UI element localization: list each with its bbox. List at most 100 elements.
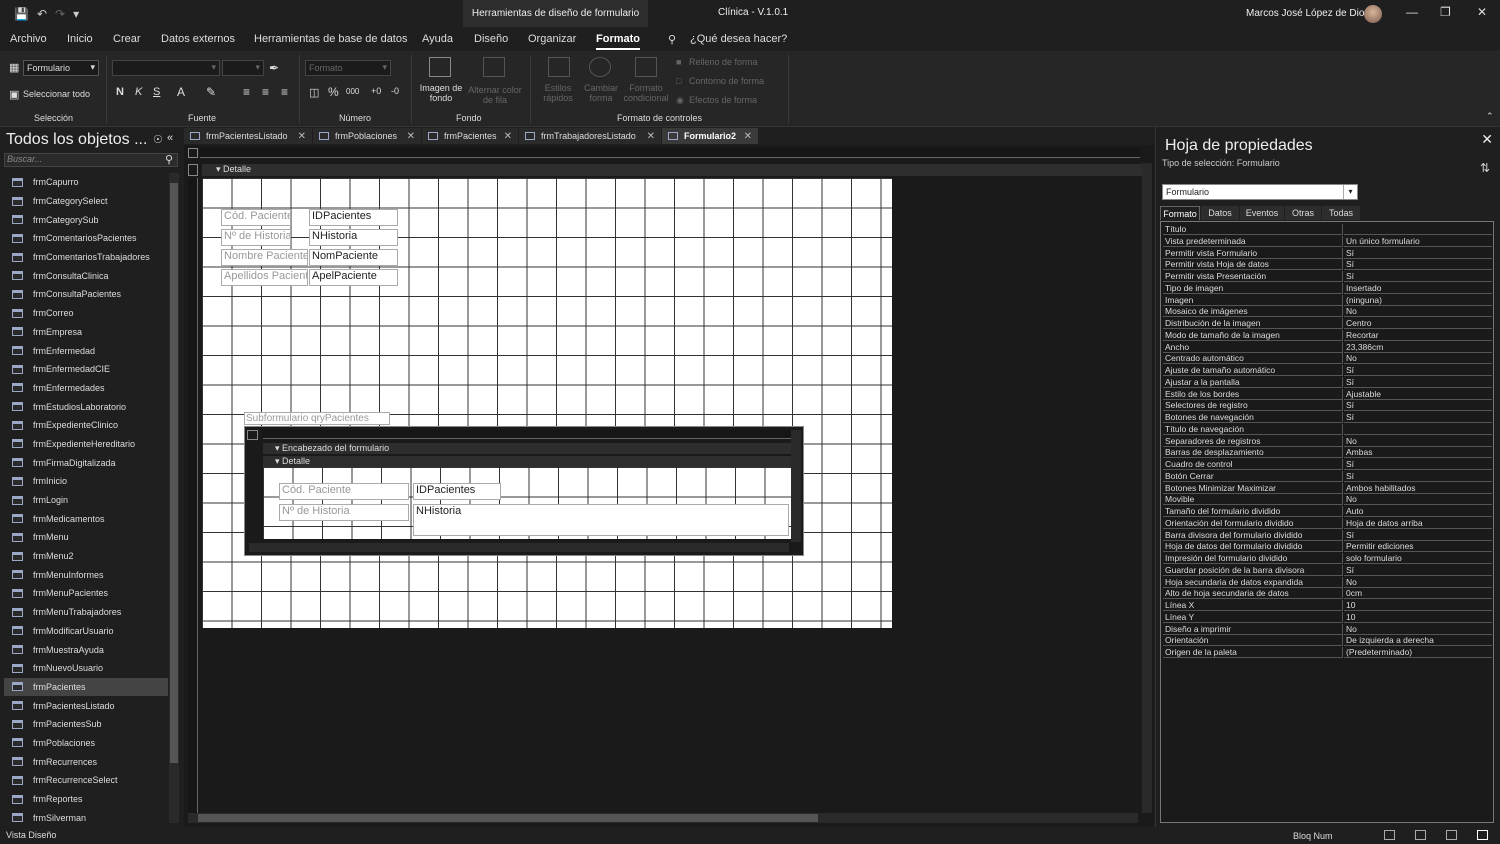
nav-item-frmenfermedadcie[interactable]: frmEnfermedadCIE — [4, 360, 168, 379]
change-shape-icon[interactable] — [589, 57, 611, 77]
property-value[interactable]: Sí — [1344, 271, 1492, 282]
property-value[interactable]: No — [1344, 353, 1492, 365]
nav-item-frmpacientes[interactable]: frmPacientes — [4, 677, 168, 697]
property-value[interactable]: Sí — [1344, 530, 1492, 541]
align-center-icon[interactable]: ≡ — [262, 85, 269, 99]
collapse-ribbon-icon[interactable]: ⌃ — [1486, 111, 1494, 122]
nav-scroll-thumb[interactable] — [170, 183, 178, 763]
change-shape-button[interactable]: Cambiar forma — [579, 83, 623, 103]
property-row[interactable]: Orientación De izquierda a derecha — [1163, 635, 1493, 647]
nav-item-frmestudioslaboratorio[interactable]: frmEstudiosLaboratorio — [4, 397, 168, 416]
nav-item-frmsilverman[interactable]: frmSilverman — [4, 808, 168, 827]
doc-tab-frmpacienteslistado[interactable]: frmPacientesListado ✕ — [184, 128, 312, 144]
conditional-format-button[interactable]: Formato condicional — [620, 83, 672, 103]
tab-datos-externos[interactable]: Datos externos — [161, 33, 235, 45]
subform-grid[interactable]: Cód. Paciente IDPacientes Nº de Historia… — [263, 467, 791, 539]
nav-item-frmrecurrenceselect[interactable]: frmRecurrenceSelect — [4, 771, 168, 790]
nav-item-frmpacienteslistado[interactable]: frmPacientesListado — [4, 696, 168, 715]
percent-icon[interactable]: % — [328, 85, 339, 99]
nav-menu-icon[interactable]: ☉ — [153, 133, 163, 146]
user-name[interactable]: Marcos José López de Dios — [1246, 8, 1369, 19]
property-row[interactable]: Guardar posición de la barra divisora Sí — [1163, 564, 1493, 577]
nav-item-frmmenuinformes[interactable]: frmMenuInformes — [4, 565, 168, 584]
select-all-button[interactable]: Seleccionar todo — [23, 89, 90, 99]
nav-item-frmmenutrabajadores[interactable]: frmMenuTrabajadores — [4, 603, 168, 622]
property-value[interactable]: Ajustable — [1344, 389, 1492, 400]
shape-effects-button[interactable]: Efectos de forma — [689, 95, 757, 105]
nav-item-frmmuestraayuda[interactable]: frmMuestraAyuda — [4, 640, 168, 659]
property-value[interactable]: No — [1344, 577, 1492, 588]
align-left-icon[interactable]: ≡ — [243, 85, 250, 99]
property-value[interactable]: Permitir ediciones — [1344, 541, 1492, 553]
shape-fill-button[interactable]: Relleno de forma — [689, 57, 758, 67]
search-icon[interactable]: ⚲ — [165, 153, 173, 166]
property-row[interactable]: Ajustar a la pantalla Sí — [1163, 376, 1493, 389]
tell-me-icon[interactable]: ⚲ — [668, 33, 676, 46]
decrease-decimals-icon[interactable]: -0 — [391, 86, 399, 96]
property-value[interactable]: 10 — [1344, 612, 1492, 623]
sub-label-cod-paciente[interactable]: Cód. Paciente — [279, 483, 409, 500]
property-value[interactable]: Sí — [1344, 412, 1492, 423]
object-combo[interactable]: Formulario ▾ — [23, 60, 99, 76]
property-value[interactable]: Insertado — [1344, 283, 1492, 294]
quick-styles-icon[interactable] — [548, 57, 570, 77]
nav-item-frmmodificarusuario[interactable]: frmModificarUsuario — [4, 622, 168, 641]
design-vertical-scrollbar[interactable] — [1142, 163, 1152, 813]
nav-item-frmpoblaciones[interactable]: frmPoblaciones — [4, 734, 168, 753]
nav-item-frmcategorysub[interactable]: frmCategorySub — [4, 210, 168, 229]
sub-label-n-historia[interactable]: Nº de Historia — [279, 504, 409, 521]
nav-item-frmconsultapacientes[interactable]: frmConsultaPacientes — [4, 285, 168, 304]
form-selector[interactable] — [188, 148, 198, 158]
background-image-icon[interactable] — [429, 57, 451, 77]
bold-button[interactable]: N — [116, 86, 124, 98]
property-row[interactable]: Distribución de la imagen Centro — [1163, 318, 1493, 330]
italic-button[interactable]: K — [135, 86, 142, 98]
property-value[interactable]: Sí — [1344, 400, 1492, 412]
undo-icon[interactable]: ↶ — [37, 7, 47, 21]
restore-icon[interactable]: ❐ — [1440, 5, 1451, 19]
avatar[interactable] — [1364, 5, 1382, 23]
subform-vscroll[interactable] — [791, 430, 801, 542]
alternate-row-color-icon[interactable] — [483, 57, 505, 77]
nav-item-frmrecurrences[interactable]: frmRecurrences — [4, 752, 168, 771]
close-tab-icon[interactable]: ✕ — [298, 131, 306, 142]
background-image-button[interactable]: Imagen de fondo — [418, 83, 464, 103]
property-row[interactable]: Título — [1163, 224, 1493, 236]
tab-inicio[interactable]: Inicio — [67, 33, 93, 45]
sort-icon[interactable]: ⇅ — [1480, 161, 1490, 175]
close-icon[interactable]: ✕ — [1481, 131, 1493, 148]
selection-combo[interactable]: Formulario ▾ — [1162, 184, 1358, 200]
property-value[interactable]: 23,386cm — [1344, 342, 1492, 353]
doc-tab-formulario2[interactable]: Formulario2 ✕ — [662, 128, 758, 144]
close-tab-icon[interactable]: ✕ — [504, 131, 512, 142]
form-view-icon[interactable] — [1384, 830, 1395, 840]
format-painter-icon[interactable]: ✒ — [269, 61, 279, 75]
property-row[interactable]: Línea Y 10 — [1163, 611, 1493, 624]
property-value[interactable]: Recortar — [1344, 330, 1492, 341]
format-combo[interactable]: Formato ▾ — [305, 60, 391, 76]
nav-item-frmmenu[interactable]: frmMenu — [4, 528, 168, 547]
fill-color-icon[interactable]: ✎ — [206, 85, 216, 99]
nav-item-frmenfermedades[interactable]: frmEnfermedades — [4, 379, 168, 398]
property-value[interactable]: No — [1344, 624, 1492, 635]
customize-qat-icon[interactable]: ▾ — [73, 7, 79, 21]
property-row[interactable]: Origen de la paleta (Predeterminado) — [1163, 647, 1493, 659]
tab-eventos-props[interactable]: Eventos — [1240, 206, 1284, 220]
textbox-idpacientes[interactable]: IDPacientes — [309, 209, 398, 226]
quick-styles-button[interactable]: Estilos rápidos — [536, 83, 580, 103]
property-value[interactable]: Sí — [1344, 565, 1492, 576]
font-name-combo[interactable]: ▾ — [112, 60, 220, 76]
conditional-format-icon[interactable] — [635, 57, 657, 77]
section-selector[interactable] — [188, 164, 198, 176]
design-horizontal-scrollbar[interactable] — [188, 813, 1138, 823]
detail-grid[interactable]: Cód. Paciente IDPacientes Nº de Historia… — [202, 178, 892, 628]
property-value[interactable]: De izquierda a derecha — [1344, 635, 1492, 647]
label-apellidos-paciente[interactable]: Apellidos Paciente — [221, 269, 308, 286]
shape-outline-button[interactable]: Contorno de forma — [689, 76, 764, 86]
align-right-icon[interactable]: ≡ — [281, 85, 288, 99]
property-row[interactable]: Orientación del formulario dividido Hoja … — [1163, 517, 1493, 530]
property-row[interactable]: Diseño a imprimir No — [1163, 623, 1493, 636]
nav-item-frmcapurro[interactable]: frmCapurro — [4, 173, 168, 192]
minimize-icon[interactable]: — — [1406, 5, 1418, 19]
property-value[interactable]: solo formulario — [1344, 553, 1492, 564]
